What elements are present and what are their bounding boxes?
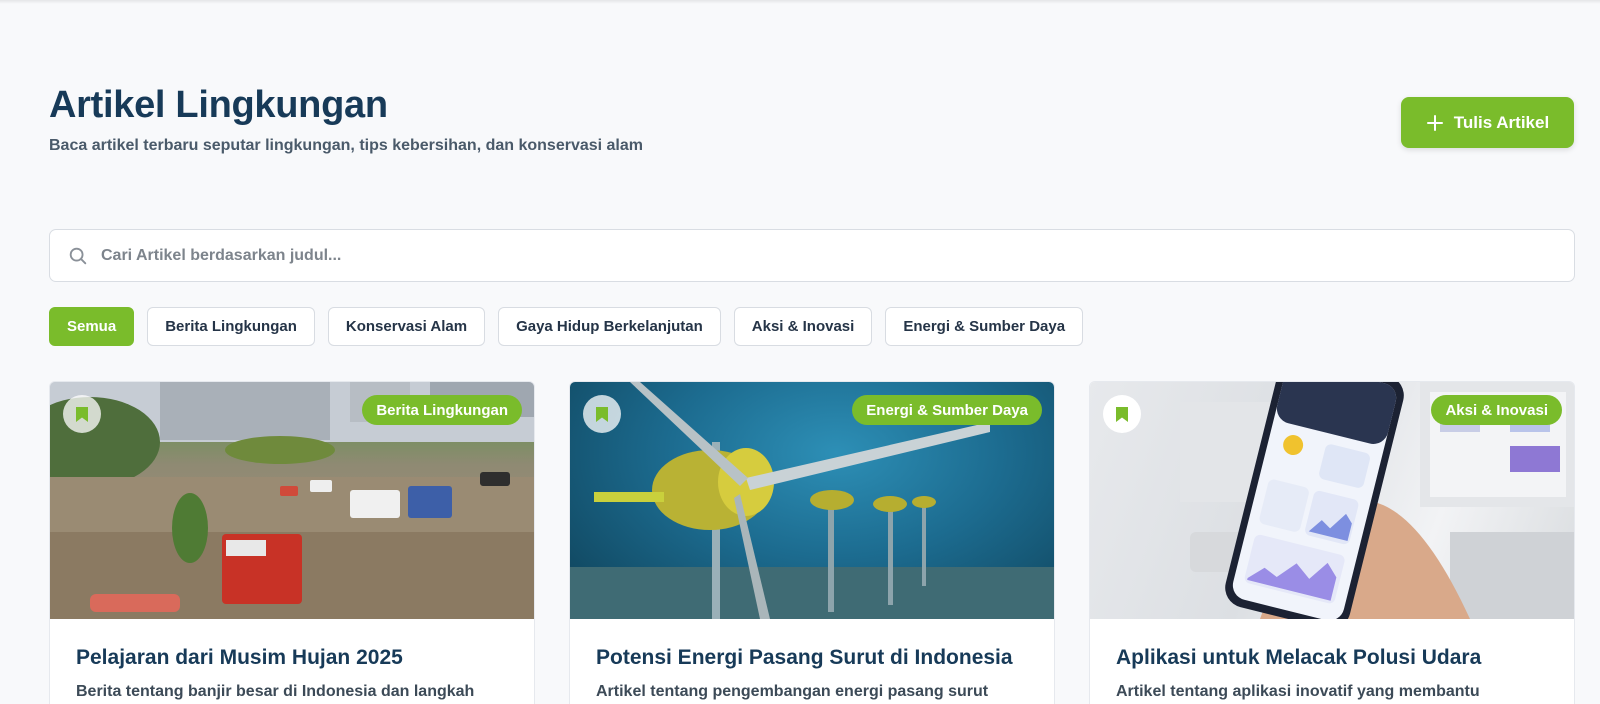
underwater-tidal-turbines-image: Energi & Sumber Daya (570, 382, 1054, 619)
flooded-city-street-image: Berita Lingkungan (50, 382, 534, 619)
phone-air-quality-app-image: Aksi & Inovasi (1090, 382, 1574, 619)
article-title[interactable]: Pelajaran dari Musim Hujan 2025 (76, 646, 508, 670)
plus-icon (1426, 114, 1444, 132)
write-article-label: Tulis Artikel (1453, 112, 1550, 132)
article-title[interactable]: Potensi Energi Pasang Surut di Indonesia (596, 646, 1028, 670)
card-body: Pelajaran dari Musim Hujan 2025 Berita t… (50, 619, 534, 701)
bookmark-button[interactable] (1103, 395, 1141, 433)
article-grid: Berita Lingkungan Pelajaran dari Musim H… (49, 381, 1575, 704)
filter-chip-berita-lingkungan[interactable]: Berita Lingkungan (147, 307, 315, 346)
filter-chip-energi[interactable]: Energi & Sumber Daya (885, 307, 1084, 346)
page-subtitle: Baca artikel terbaru seputar lingkungan,… (49, 137, 643, 154)
category-filters: Semua Berita Lingkungan Konservasi Alam … (49, 307, 1084, 346)
article-excerpt: Artikel tentang pengembangan energi pasa… (596, 683, 989, 700)
bookmark-icon (1116, 406, 1128, 422)
bookmark-icon (596, 406, 608, 422)
top-nav-shadow (0, 0, 1600, 4)
category-badge: Berita Lingkungan (362, 395, 522, 425)
filter-chip-aksi-inovasi[interactable]: Aksi & Inovasi (733, 307, 873, 346)
bookmark-button[interactable] (583, 395, 621, 433)
page-header: Artikel Lingkungan Baca artikel terbaru … (49, 84, 1574, 174)
article-title[interactable]: Aplikasi untuk Melacak Polusi Udara (1116, 646, 1548, 670)
category-badge: Energi & Sumber Daya (852, 395, 1042, 425)
article-excerpt: Artikel tentang aplikasi inovatif yang m… (1116, 683, 1480, 700)
page-title: Artikel Lingkungan (49, 84, 388, 126)
search-input[interactable] (101, 246, 1574, 265)
article-excerpt: Berita tentang banjir besar di Indonesia… (76, 683, 475, 700)
filter-chip-konservasi-alam[interactable]: Konservasi Alam (327, 307, 486, 346)
bookmark-button[interactable] (63, 395, 101, 433)
filter-chip-semua[interactable]: Semua (49, 307, 135, 346)
card-body: Potensi Energi Pasang Surut di Indonesia… (570, 619, 1054, 701)
bookmark-icon (76, 406, 88, 422)
search-icon (69, 247, 87, 264)
article-card[interactable]: Energi & Sumber Daya Potensi Energi Pasa… (569, 381, 1055, 704)
write-article-button[interactable]: Tulis Artikel (1401, 97, 1574, 148)
category-badge: Aksi & Inovasi (1431, 395, 1562, 425)
search-bar[interactable] (49, 229, 1575, 282)
filter-chip-gaya-hidup[interactable]: Gaya Hidup Berkelanjutan (498, 307, 721, 346)
article-card[interactable]: Aksi & Inovasi Aplikasi untuk Melacak Po… (1089, 381, 1575, 704)
card-body: Aplikasi untuk Melacak Polusi Udara Arti… (1090, 619, 1574, 701)
article-card[interactable]: Berita Lingkungan Pelajaran dari Musim H… (49, 381, 535, 704)
